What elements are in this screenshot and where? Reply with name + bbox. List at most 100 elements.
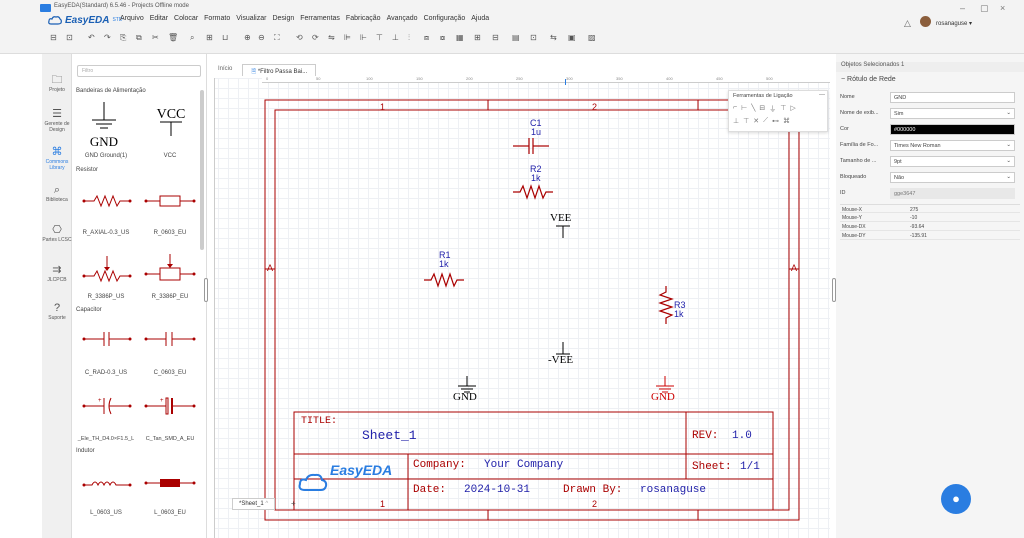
- cor-input[interactable]: #000000: [890, 124, 1015, 135]
- gnd-symbol-2[interactable]: [656, 376, 674, 393]
- schematic-canvas[interactable]: Início 🗎 *Filtro Passa Bai... 0 50 100 1…: [208, 54, 830, 538]
- drawn-by-value[interactable]: rosanaguse: [640, 484, 706, 496]
- wire-icon[interactable]: ⌐: [733, 104, 737, 114]
- find-icon[interactable]: ⌕: [190, 33, 194, 43]
- right-panel-handle[interactable]: [832, 278, 836, 302]
- rotate-left-icon[interactable]: ⟲: [296, 33, 303, 42]
- export-icon[interactable]: ⊡: [530, 33, 537, 42]
- user-menu[interactable]: rosanaguse ▾: [936, 20, 972, 27]
- sheet-menu-icon[interactable]: ^: [265, 501, 268, 507]
- sheet-value[interactable]: 1/1: [740, 461, 760, 473]
- front-icon[interactable]: ⧈: [424, 33, 429, 43]
- back-icon[interactable]: ⧇: [440, 33, 445, 43]
- menu-ferramentas[interactable]: Ferramentas: [300, 15, 340, 22]
- library-scrollbar[interactable]: [200, 90, 204, 250]
- menu-configuracao[interactable]: Configuração: [424, 15, 466, 22]
- menu-visualizar[interactable]: Visualizar: [236, 15, 266, 22]
- left-panel-handle[interactable]: [204, 278, 208, 302]
- menu-design[interactable]: Design: [272, 15, 294, 22]
- bus-entry-icon[interactable]: ╲: [751, 104, 755, 114]
- font-family-select[interactable]: Times New Roman ⌄: [890, 140, 1015, 151]
- cut-icon[interactable]: ✂: [152, 33, 159, 42]
- pdf-icon[interactable]: ▣: [568, 33, 576, 42]
- capacitor-eu-icon[interactable]: [144, 330, 196, 348]
- resistor-r3[interactable]: [658, 286, 674, 324]
- menu-fabricacao[interactable]: Fabricação: [346, 15, 381, 22]
- nome-input[interactable]: GND: [890, 92, 1015, 103]
- sheet-tab[interactable]: *Sheet_1 ^: [232, 498, 276, 510]
- resistor-r2[interactable]: [513, 184, 553, 200]
- align-right-icon[interactable]: ⊩: [360, 33, 367, 42]
- filter-input[interactable]: Filtro: [77, 65, 201, 77]
- date-value[interactable]: 2024-10-31: [464, 484, 530, 496]
- nome-exib-select[interactable]: Sim ⌄: [890, 108, 1015, 119]
- zoom-out-icon[interactable]: ⊖: [258, 33, 265, 42]
- rev-value[interactable]: 1.0: [732, 430, 752, 442]
- no-connect-icon[interactable]: ✕: [753, 117, 759, 125]
- nav-biblioteca[interactable]: ⌕ Biblioteca: [42, 184, 72, 203]
- nav-suporte[interactable]: ? Suporte: [42, 302, 72, 321]
- flip-icon[interactable]: ⇋: [328, 33, 335, 42]
- image-icon[interactable]: ▨: [588, 33, 596, 42]
- vcc-symbol-icon[interactable]: VCC: [146, 100, 196, 150]
- nav-lcsc[interactable]: ⎔ Partes LCSC: [42, 224, 72, 243]
- resistor-r1[interactable]: [424, 272, 464, 288]
- menu-formato[interactable]: Formato: [204, 15, 230, 22]
- avatar[interactable]: [920, 16, 931, 27]
- distribute-icon[interactable]: ⫶: [408, 33, 410, 43]
- junction-icon[interactable]: ⊷: [772, 117, 779, 125]
- gnd-label-2[interactable]: GND: [651, 391, 675, 403]
- r2-value[interactable]: 1k: [531, 173, 541, 183]
- cross-probe-icon[interactable]: ⊞: [206, 33, 213, 42]
- align-bottom-icon[interactable]: ⊥: [392, 33, 399, 42]
- add-sheet-button[interactable]: +: [291, 499, 296, 508]
- close-button[interactable]: ×: [1000, 3, 1005, 13]
- paste-icon[interactable]: ⧉: [136, 33, 142, 43]
- grid-icon[interactable]: ▦: [456, 33, 464, 42]
- net-label-section[interactable]: − Rótulo de Rede: [836, 76, 1024, 83]
- menu-editar[interactable]: Editar: [150, 15, 168, 22]
- chat-support-button[interactable]: ●: [941, 484, 971, 514]
- nav-jlcpcb[interactable]: ⇉ JLCPCB: [42, 264, 72, 283]
- capacitor-pol-us-icon[interactable]: +: [82, 396, 132, 416]
- resistor-eu-icon[interactable]: [144, 192, 196, 210]
- save-all-icon[interactable]: ⊡: [66, 33, 73, 42]
- ground-icon[interactable]: ⏚: [769, 104, 776, 114]
- align-left-icon[interactable]: ⊫: [344, 33, 351, 42]
- neg-vee-label[interactable]: -VEE: [548, 354, 573, 366]
- bom-icon[interactable]: ⊟: [492, 33, 499, 42]
- pot-eu-icon[interactable]: [144, 250, 196, 288]
- minimize-button[interactable]: –: [960, 3, 965, 13]
- capacitor-c1[interactable]: [513, 138, 549, 154]
- capacitor-pol-eu-icon[interactable]: +: [144, 396, 196, 416]
- wire-tools-close[interactable]: —: [819, 92, 825, 98]
- fit-icon[interactable]: ⛶: [274, 33, 280, 43]
- company-value[interactable]: Your Company: [484, 459, 563, 471]
- locked-select[interactable]: Não ⌄: [890, 172, 1015, 183]
- menu-colocar[interactable]: Colocar: [174, 15, 198, 22]
- r3-value[interactable]: 1k: [674, 309, 684, 319]
- vee-label[interactable]: VEE: [550, 212, 571, 224]
- group-icon[interactable]: ⌘: [783, 117, 790, 125]
- copy-icon[interactable]: ⎘: [120, 33, 126, 43]
- maximize-button[interactable]: ▢: [980, 3, 989, 14]
- r1-value[interactable]: 1k: [439, 259, 449, 269]
- pot-us-icon[interactable]: [82, 252, 132, 288]
- nav-projeto[interactable]: 🗀 Projeto: [42, 74, 72, 93]
- group-icon[interactable]: ⊞: [474, 33, 481, 42]
- netlabel-icon[interactable]: ⊟: [759, 104, 765, 114]
- gnd-symbol-icon[interactable]: GND: [84, 100, 124, 150]
- undo-icon[interactable]: ↶: [88, 33, 95, 42]
- menu-arquivo[interactable]: Arquivo: [120, 15, 144, 22]
- align-top-icon[interactable]: ⊤: [376, 33, 383, 42]
- menu-avancado[interactable]: Avançado: [387, 15, 418, 22]
- menu-ajuda[interactable]: Ajuda: [471, 15, 489, 22]
- resistor-us-icon[interactable]: [82, 192, 132, 210]
- rotate-right-icon[interactable]: ⟳: [312, 33, 319, 42]
- update-icon[interactable]: ⊔: [222, 33, 228, 42]
- inductor-us-icon[interactable]: [82, 476, 132, 490]
- title-value[interactable]: Sheet_1: [362, 428, 417, 443]
- voltage-probe-icon[interactable]: ⊥: [733, 117, 739, 125]
- c1-value[interactable]: 1u: [531, 127, 541, 137]
- gnd-symbol-1[interactable]: [458, 376, 476, 393]
